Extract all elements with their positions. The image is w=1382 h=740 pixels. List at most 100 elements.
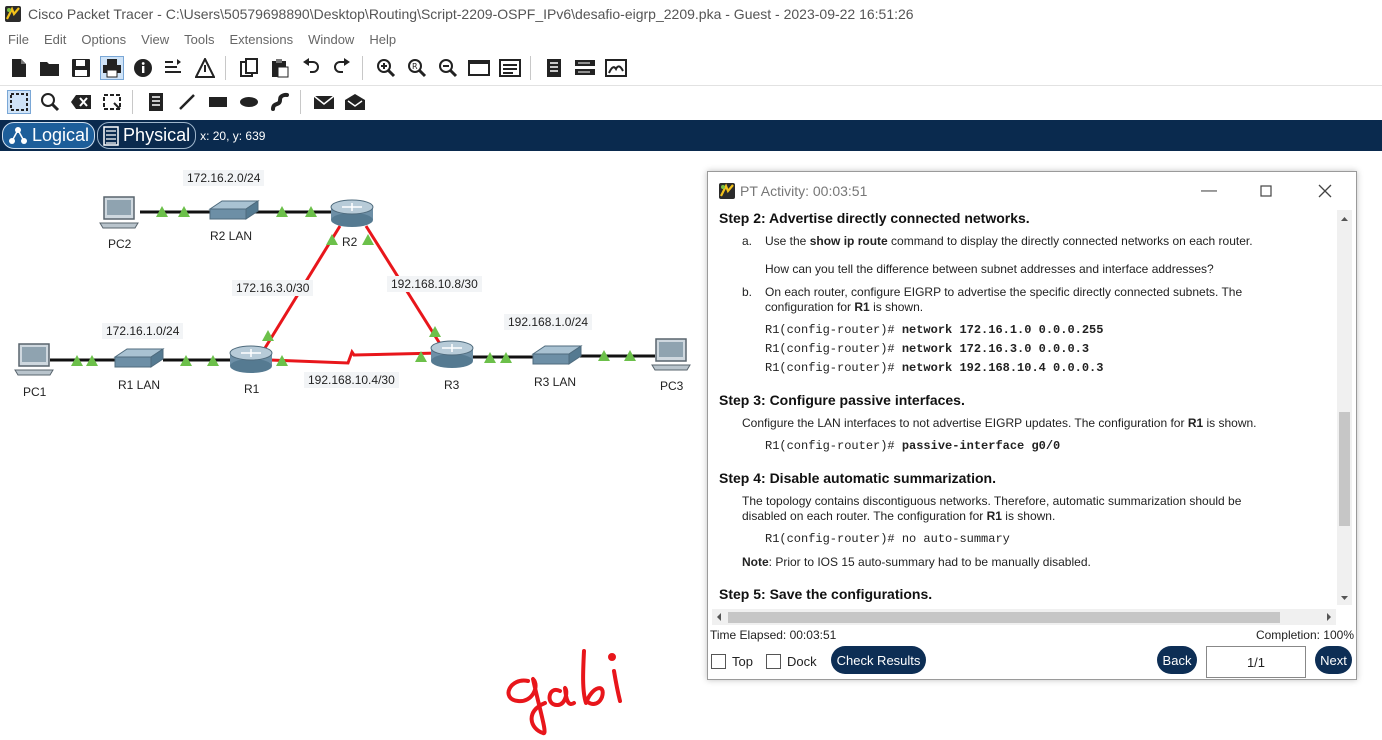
physical-mode-button[interactable]: Physical xyxy=(97,122,197,149)
custom-device-icon[interactable] xyxy=(498,56,522,80)
menu-extensions[interactable]: Extensions xyxy=(229,32,293,47)
network-label-r3-lan: 192.168.1.0/24 xyxy=(504,314,593,330)
zoom-out-icon[interactable] xyxy=(436,56,460,80)
switch-r1-lan-icon xyxy=(113,348,165,368)
menu-tools[interactable]: Tools xyxy=(184,32,214,47)
step3-heading: Step 3: Configure passive interfaces. xyxy=(719,392,965,408)
back-button[interactable]: Back xyxy=(1157,646,1197,674)
open-folder-icon[interactable] xyxy=(38,56,62,80)
draw-ellipse-icon[interactable] xyxy=(237,90,261,114)
top-checkbox-label: Top xyxy=(732,654,753,669)
step4-line1: The topology contains discontiguous netw… xyxy=(742,494,1242,508)
minimize-icon[interactable]: — xyxy=(1197,180,1221,202)
dock-checkbox[interactable] xyxy=(766,654,781,669)
activity-wizard-icon[interactable] xyxy=(193,56,217,80)
cli-command: network 172.16.1.0 0.0.0.255 xyxy=(901,323,1104,337)
network-label-r1-r2: 172.16.3.0/30 xyxy=(232,280,314,296)
text-run-bold: show ip route xyxy=(809,234,888,248)
top-checkbox[interactable] xyxy=(711,654,726,669)
scroll-up-arrow-icon[interactable] xyxy=(1337,212,1352,226)
viewport-icon[interactable] xyxy=(604,56,628,80)
serial-link-r1-r3 xyxy=(269,348,441,365)
inspect-magnifier-icon[interactable] xyxy=(38,90,62,114)
main-toolbar: R xyxy=(0,51,1382,86)
device-label-pc3: PC3 xyxy=(660,379,684,393)
notes-icon[interactable] xyxy=(542,56,566,80)
config-line-2: R1(config-router)# network 172.16.3.0 0.… xyxy=(765,342,1089,356)
step5-heading: Step 5: Save the configurations. xyxy=(719,586,933,602)
print-icon[interactable] xyxy=(100,56,124,80)
pc1-computer-icon xyxy=(14,343,54,376)
maximize-icon[interactable] xyxy=(1254,180,1278,202)
text-run: is shown. xyxy=(1001,509,1056,523)
step4-note: Note: Prior to IOS 15 auto-summary had t… xyxy=(742,555,1091,570)
horizontal-scrollbar[interactable] xyxy=(712,609,1336,625)
menu-view[interactable]: View xyxy=(141,32,169,47)
config-line-1: R1(config-router)# network 172.16.1.0 0.… xyxy=(765,323,1103,337)
place-note-icon[interactable] xyxy=(144,90,168,114)
scroll-down-arrow-icon[interactable] xyxy=(1337,591,1352,605)
redo-icon[interactable] xyxy=(330,56,354,80)
close-icon[interactable] xyxy=(1313,180,1337,202)
cli-command: no auto-summary xyxy=(901,532,1010,546)
cli-command: network 192.168.10.4 0.0.0.3 xyxy=(901,361,1104,375)
draw-line-icon[interactable] xyxy=(175,90,199,114)
vertical-scrollbar-thumb[interactable] xyxy=(1339,412,1350,526)
menu-window[interactable]: Window xyxy=(308,32,354,47)
horizontal-scrollbar-thumb[interactable] xyxy=(728,612,1280,623)
delete-icon[interactable] xyxy=(69,90,93,114)
freeform-icon[interactable] xyxy=(268,90,292,114)
check-results-button[interactable]: Check Results xyxy=(831,646,926,674)
add-complex-pdu-icon[interactable] xyxy=(343,90,367,114)
router-r2-icon xyxy=(330,199,374,227)
info-icon[interactable] xyxy=(131,56,155,80)
router-r1-icon xyxy=(229,345,273,373)
logical-mode-label: Logical xyxy=(32,125,90,145)
text-run: is shown. xyxy=(1203,416,1257,430)
text-run: command to display the directly connecte… xyxy=(887,234,1253,248)
device-template-icon[interactable] xyxy=(573,56,597,80)
draw-rectangle-icon[interactable] xyxy=(206,90,230,114)
time-elapsed: Time Elapsed: 00:03:51 xyxy=(710,628,837,642)
copy-icon[interactable] xyxy=(237,56,261,80)
scroll-right-arrow-icon[interactable] xyxy=(1322,609,1336,625)
save-icon[interactable] xyxy=(69,56,93,80)
text-run-bold: R1 xyxy=(1187,416,1204,430)
paste-icon[interactable] xyxy=(268,56,292,80)
device-label-pc2: PC2 xyxy=(108,237,132,251)
instructions-content: Step 2: Advertise directly connected net… xyxy=(708,210,1336,610)
logical-mode-button[interactable]: Logical xyxy=(2,122,96,149)
page-indicator[interactable]: 1/1 xyxy=(1206,646,1306,678)
vertical-scrollbar[interactable] xyxy=(1337,210,1352,605)
scroll-left-arrow-icon[interactable] xyxy=(712,609,726,625)
resize-shape-icon[interactable] xyxy=(100,90,124,114)
network-info-icon[interactable] xyxy=(162,56,186,80)
title-bar: Cisco Packet Tracer - C:\Users\505796988… xyxy=(0,0,1382,28)
network-label-r1-r3: 192.168.10.4/30 xyxy=(304,372,399,388)
router-r3-icon xyxy=(430,340,474,368)
network-label-r2-r3: 192.168.10.8/30 xyxy=(387,276,482,292)
zoom-reset-icon[interactable]: R xyxy=(405,56,429,80)
device-label-pc1: PC1 xyxy=(23,385,47,399)
step2-heading: Step 2: Advertise directly connected net… xyxy=(719,210,1030,226)
zoom-in-icon[interactable] xyxy=(374,56,398,80)
add-simple-pdu-icon[interactable] xyxy=(312,90,336,114)
menu-edit[interactable]: Edit xyxy=(44,32,66,47)
cli-prompt: R1(config-router)# xyxy=(765,361,895,375)
select-tool-icon[interactable] xyxy=(7,90,31,114)
cli-command: passive-interface g0/0 xyxy=(901,439,1061,453)
physical-mode-label: Physical xyxy=(123,125,191,145)
packet-tracer-logo-icon xyxy=(719,183,735,199)
packet-tracer-logo-icon xyxy=(5,6,21,22)
new-file-icon[interactable] xyxy=(7,56,31,80)
menu-options[interactable]: Options xyxy=(81,32,126,47)
menu-help[interactable]: Help xyxy=(369,32,396,47)
toolbar-separator xyxy=(132,90,133,114)
undo-icon[interactable] xyxy=(299,56,323,80)
next-button[interactable]: Next xyxy=(1315,646,1352,674)
handwritten-signature xyxy=(506,649,622,736)
menu-file[interactable]: File xyxy=(8,32,29,47)
note-text: : Prior to IOS 15 auto-summary had to be… xyxy=(768,555,1091,569)
step2-a-letter: a. xyxy=(742,234,753,248)
drawing-palette-icon[interactable] xyxy=(467,56,491,80)
